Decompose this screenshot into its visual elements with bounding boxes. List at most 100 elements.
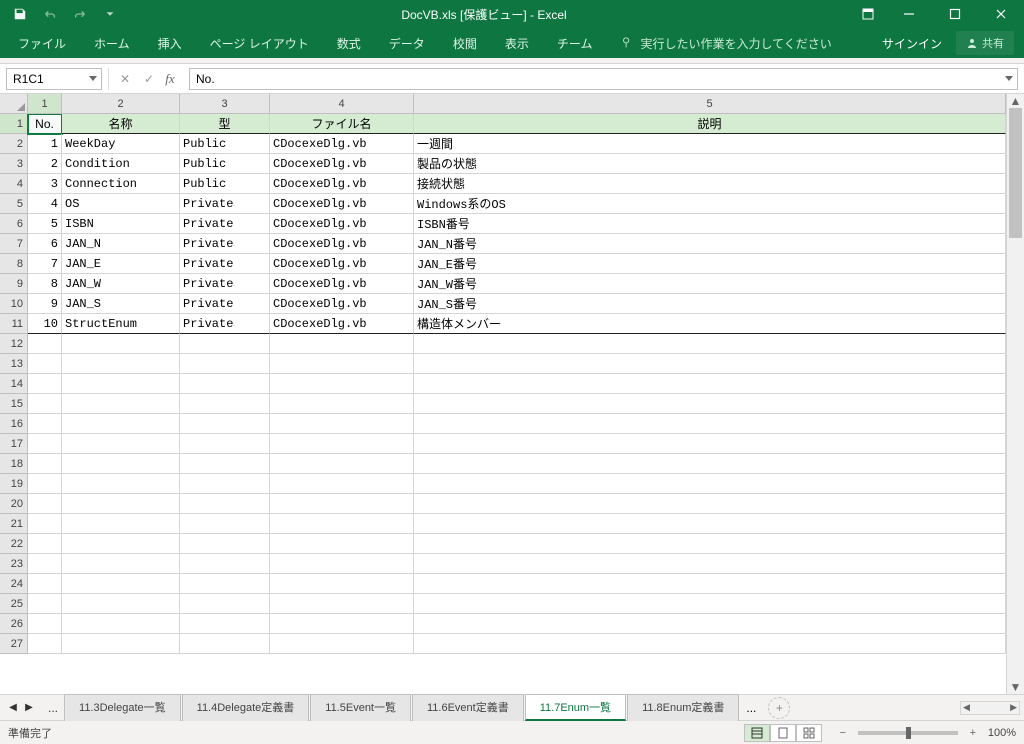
cell[interactable] <box>28 534 62 554</box>
cell[interactable]: Private <box>180 274 270 294</box>
cell[interactable] <box>270 534 414 554</box>
cell[interactable] <box>180 494 270 514</box>
cell[interactable] <box>414 534 1006 554</box>
cell[interactable] <box>270 634 414 654</box>
cell[interactable]: 4 <box>28 194 62 214</box>
cell[interactable] <box>414 554 1006 574</box>
cell[interactable]: No. <box>28 114 62 134</box>
row-header[interactable]: 22 <box>0 534 28 554</box>
cell[interactable] <box>62 574 180 594</box>
cell[interactable] <box>62 554 180 574</box>
cell[interactable]: CDocexeDlg.vb <box>270 214 414 234</box>
row-header[interactable]: 23 <box>0 554 28 574</box>
cell[interactable]: 名称 <box>62 114 180 134</box>
add-sheet-button[interactable]: + <box>768 697 790 719</box>
row-header[interactable]: 14 <box>0 374 28 394</box>
row-header[interactable]: 18 <box>0 454 28 474</box>
cell[interactable]: 説明 <box>414 114 1006 134</box>
cell[interactable]: 型 <box>180 114 270 134</box>
cell[interactable]: 3 <box>28 174 62 194</box>
scroll-up-icon[interactable]: ▲ <box>1007 94 1024 108</box>
cells-area[interactable]: No.名称型ファイル名説明1WeekDayPublicCDocexeDlg.vb… <box>28 114 1006 694</box>
cell[interactable] <box>180 414 270 434</box>
cell[interactable] <box>180 434 270 454</box>
cell[interactable] <box>28 414 62 434</box>
cell[interactable]: Condition <box>62 154 180 174</box>
cell[interactable]: 2 <box>28 154 62 174</box>
cell[interactable] <box>62 354 180 374</box>
row-header[interactable]: 15 <box>0 394 28 414</box>
row-header[interactable]: 27 <box>0 634 28 654</box>
cell[interactable]: WeekDay <box>62 134 180 154</box>
row-header[interactable]: 20 <box>0 494 28 514</box>
page-break-view-button[interactable] <box>796 724 822 742</box>
row-header[interactable]: 7 <box>0 234 28 254</box>
fx-icon[interactable]: fx <box>165 71 181 87</box>
cell[interactable]: Windows系のOS <box>414 194 1006 214</box>
cell[interactable] <box>180 594 270 614</box>
ribbon-tab-8[interactable]: チーム <box>543 29 607 58</box>
cell[interactable] <box>62 374 180 394</box>
cell[interactable]: 接続状態 <box>414 174 1006 194</box>
row-header[interactable]: 10 <box>0 294 28 314</box>
cell[interactable] <box>414 354 1006 374</box>
sheet-tab[interactable]: 11.7Enum一覧 <box>525 694 626 721</box>
cell[interactable] <box>28 474 62 494</box>
cell[interactable]: JAN_S番号 <box>414 294 1006 314</box>
cell[interactable] <box>414 514 1006 534</box>
cell[interactable] <box>270 354 414 374</box>
cell[interactable]: Private <box>180 234 270 254</box>
cell[interactable]: Connection <box>62 174 180 194</box>
row-header[interactable]: 13 <box>0 354 28 374</box>
cell[interactable]: CDocexeDlg.vb <box>270 294 414 314</box>
cell[interactable] <box>62 434 180 454</box>
cell[interactable] <box>270 334 414 354</box>
cell[interactable] <box>270 554 414 574</box>
cell[interactable] <box>180 554 270 574</box>
column-header[interactable]: 1 <box>28 94 62 114</box>
sheet-ellipsis-right[interactable]: ... <box>740 701 762 715</box>
cell[interactable] <box>62 614 180 634</box>
row-header[interactable]: 25 <box>0 594 28 614</box>
row-header[interactable]: 3 <box>0 154 28 174</box>
row-header[interactable]: 19 <box>0 474 28 494</box>
cell[interactable]: ISBN番号 <box>414 214 1006 234</box>
normal-view-button[interactable] <box>744 724 770 742</box>
sheet-tab[interactable]: 11.8Enum定義書 <box>627 694 739 721</box>
ribbon-tab-3[interactable]: ページ レイアウト <box>196 29 323 58</box>
undo-icon[interactable] <box>42 6 58 22</box>
tell-me-search[interactable]: 実行したい作業を入力してください <box>606 35 831 52</box>
sheet-nav-next-icon[interactable]: ▶ <box>22 702 36 713</box>
row-header[interactable]: 4 <box>0 174 28 194</box>
cell[interactable] <box>28 494 62 514</box>
zoom-in-button[interactable]: + <box>966 727 980 739</box>
cell[interactable] <box>414 434 1006 454</box>
row-header[interactable]: 8 <box>0 254 28 274</box>
cell[interactable] <box>180 574 270 594</box>
save-icon[interactable] <box>12 6 28 22</box>
share-button[interactable]: 共有 <box>956 31 1014 55</box>
horizontal-scrollbar[interactable]: ◀▶ <box>960 701 1020 715</box>
cell[interactable] <box>62 334 180 354</box>
cancel-icon[interactable]: ✕ <box>117 72 133 86</box>
cell[interactable] <box>180 394 270 414</box>
cell[interactable]: OS <box>62 194 180 214</box>
cell[interactable] <box>28 634 62 654</box>
row-header[interactable]: 1 <box>0 114 28 134</box>
cell[interactable] <box>270 414 414 434</box>
cell[interactable]: Private <box>180 254 270 274</box>
cell[interactable]: 8 <box>28 274 62 294</box>
cell[interactable]: JAN_W番号 <box>414 274 1006 294</box>
cell[interactable] <box>414 574 1006 594</box>
zoom-out-button[interactable]: − <box>836 727 850 739</box>
row-header[interactable]: 2 <box>0 134 28 154</box>
sheet-ellipsis-left[interactable]: ... <box>42 701 64 715</box>
cell[interactable] <box>28 614 62 634</box>
cell[interactable]: 5 <box>28 214 62 234</box>
cell[interactable] <box>270 434 414 454</box>
ribbon-tab-0[interactable]: ファイル <box>4 29 80 58</box>
cell[interactable]: ISBN <box>62 214 180 234</box>
cell[interactable] <box>28 374 62 394</box>
cell[interactable]: CDocexeDlg.vb <box>270 254 414 274</box>
ribbon-tab-7[interactable]: 表示 <box>491 29 543 58</box>
